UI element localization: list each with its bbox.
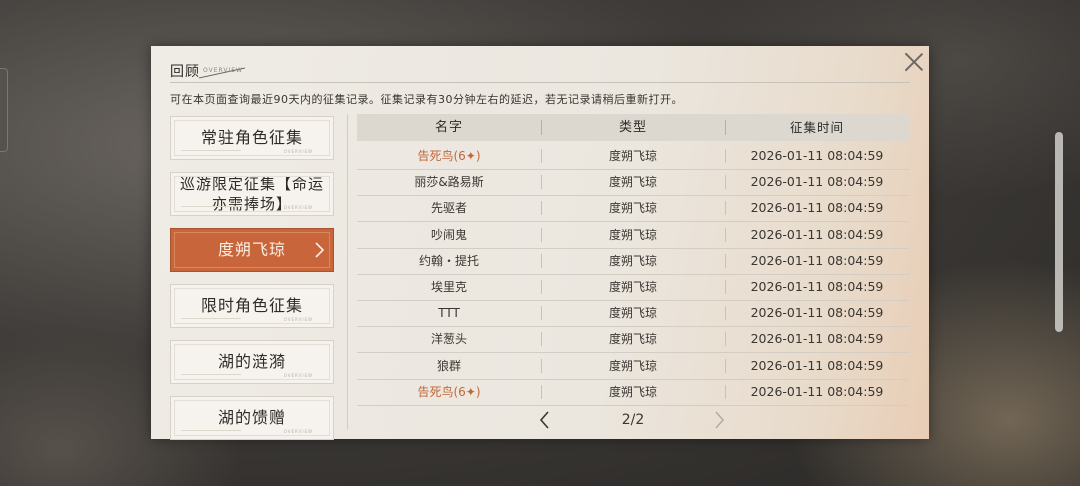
row-time: 2026-01-11 08:04:59 (750, 148, 884, 163)
table-row: 埃里克 度朔飞琼 2026-01-11 08:04:59 (357, 274, 909, 301)
row-time: 2026-01-11 08:04:59 (750, 357, 884, 373)
row-time: 2026-01-11 08:04:59 (750, 174, 884, 190)
category-deco-line (181, 206, 241, 207)
row-time: 2026-01-11 08:04:59 (750, 252, 884, 268)
column-header-type: 类型 (618, 120, 647, 135)
category-deco-text: OVERVIEW (283, 317, 313, 322)
side-divider (347, 114, 348, 430)
chevron-right-icon (315, 242, 325, 258)
table-row: 告死鸟(6✦) 度朔飞琼 2026-01-11 08:04:59 (357, 143, 909, 170)
category-deco-text: OVERVIEW (283, 373, 313, 378)
row-type: 度朔飞琼 (608, 306, 657, 321)
title-divider (170, 82, 910, 83)
category-label: 湖的馈赠 (217, 408, 286, 427)
scrollbar[interactable] (1055, 132, 1063, 332)
category-item[interactable]: 度朔飞琼 (170, 228, 334, 272)
category-label: 限时角色征集 (200, 296, 303, 315)
row-name: 狼群 (436, 358, 461, 373)
category-deco-text: OVERVIEW (283, 149, 313, 154)
row-name: 告死鸟(6✦) (417, 149, 481, 163)
row-type: 度朔飞琼 (608, 253, 657, 268)
panel-title-en: OVERVIEW (203, 67, 243, 74)
category-deco-text: OVERVIEW (283, 429, 313, 434)
row-type: 度朔飞琼 (608, 227, 657, 242)
table-header: 名字 类型 征集时间 (357, 114, 909, 141)
chevron-right-icon[interactable] (709, 409, 729, 431)
side-handle[interactable] (0, 68, 8, 152)
table-row: 告死鸟(6✦) 度朔飞琼 2026-01-11 08:04:59 (357, 379, 909, 406)
row-type: 度朔飞琼 (608, 201, 657, 216)
row-name: 先驱者 (430, 201, 467, 216)
panel-title: 回顾 (170, 64, 200, 80)
row-type: 度朔飞琼 (608, 358, 657, 373)
pager: 2/2 (357, 406, 909, 434)
row-type: 度朔飞琼 (608, 384, 657, 399)
row-name: 吵闹鬼 (430, 227, 467, 242)
row-name: 丽莎&路易斯 (414, 175, 484, 190)
table-row: TTT 度朔飞琼 2026-01-11 08:04:59 (357, 300, 909, 328)
table-row: 洋葱头 度朔飞琼 2026-01-11 08:04:59 (357, 326, 909, 354)
category-item[interactable]: 巡游限定征集【命运亦需捧场】 OVERVIEW (170, 172, 334, 216)
row-name: 埃里克 (430, 280, 467, 294)
chevron-left-icon[interactable] (535, 409, 555, 431)
column-header-name: 名字 (434, 120, 463, 135)
table-row: 丽莎&路易斯 度朔飞琼 2026-01-11 08:04:59 (357, 169, 909, 197)
row-name: 洋葱头 (430, 332, 467, 347)
row-name: 告死鸟(6✦) (417, 384, 481, 399)
category-deco-line (181, 374, 241, 375)
row-name: 约翰・提托 (418, 253, 479, 268)
close-icon[interactable] (902, 50, 926, 74)
row-type: 度朔飞琼 (608, 149, 657, 163)
row-time: 2026-01-11 08:04:59 (750, 279, 884, 294)
category-deco-text: OVERVIEW (283, 205, 313, 210)
category-deco-line (181, 318, 241, 319)
table-row: 约翰・提托 度朔飞琼 2026-01-11 08:04:59 (357, 248, 909, 275)
category-item[interactable]: 限时角色征集 OVERVIEW (170, 284, 334, 328)
table-row: 吵闹鬼 度朔飞琼 2026-01-11 08:04:59 (357, 222, 909, 249)
category-item[interactable]: 常驻角色征集 OVERVIEW (170, 116, 334, 160)
row-time: 2026-01-11 08:04:59 (750, 305, 884, 321)
category-deco-line (181, 150, 241, 151)
category-label: 度朔飞琼 (217, 240, 286, 259)
row-time: 2026-01-11 08:04:59 (750, 383, 884, 399)
row-type: 度朔飞琼 (608, 175, 657, 190)
row-type: 度朔飞琼 (608, 280, 657, 294)
category-label: 常驻角色征集 (200, 128, 303, 147)
category-item[interactable]: 湖的涟漪 OVERVIEW (170, 340, 334, 384)
row-time: 2026-01-11 08:04:59 (750, 200, 884, 216)
table-row: 狼群 度朔飞琼 2026-01-11 08:04:59 (357, 353, 909, 380)
row-time: 2026-01-11 08:04:59 (750, 226, 884, 242)
table-row: 先驱者 度朔飞琼 2026-01-11 08:04:59 (357, 195, 909, 223)
row-type: 度朔飞琼 (608, 332, 657, 347)
row-name: TTT (438, 306, 460, 321)
page-indicator: 2/2 (621, 412, 645, 428)
overview-panel: 回顾 OVERVIEW 可在本页面查询最近90天内的征集记录。征集记录有30分钟… (151, 46, 929, 440)
description: 可在本页面查询最近90天内的征集记录。征集记录有30分钟左右的延迟，若无记录请稍… (170, 93, 683, 106)
category-item[interactable]: 湖的馈赠 OVERVIEW (170, 396, 334, 440)
column-header-time: 征集时间 (789, 120, 844, 135)
row-time: 2026-01-11 08:04:59 (750, 331, 884, 347)
category-label: 湖的涟漪 (217, 352, 286, 371)
category-deco-line (181, 430, 241, 431)
